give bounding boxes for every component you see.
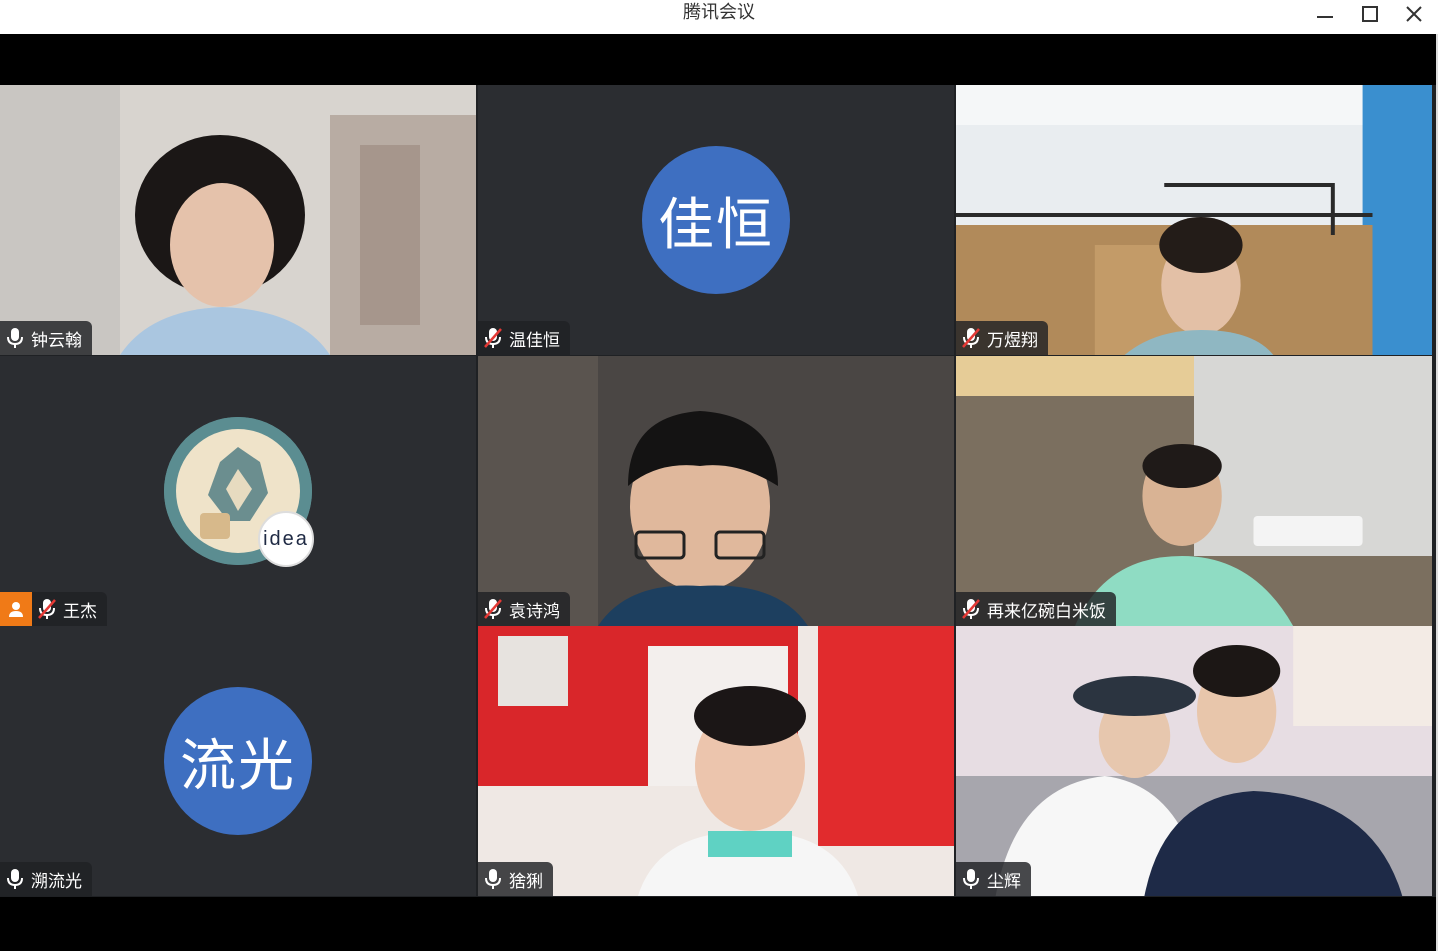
name-tag: 袁诗鸿 [478, 592, 570, 626]
name-tag: 再来亿碗白米饭 [956, 592, 1116, 626]
close-icon [1406, 6, 1422, 22]
minimize-icon [1317, 16, 1333, 18]
participant-name: 王杰 [63, 601, 97, 622]
participant-name: 钟云翰 [31, 330, 82, 351]
window-title: 腾讯会议 [683, 2, 755, 23]
maximize-icon [1362, 6, 1378, 22]
camera-video [478, 626, 954, 896]
name-tag: 钟云翰 [0, 321, 92, 355]
camera-video [478, 356, 954, 626]
microphone-icon [482, 867, 504, 891]
host-icon [0, 592, 32, 626]
camera-video [956, 626, 1432, 896]
name-tag: 溯流光 [0, 862, 92, 896]
participant-name: 尘辉 [987, 871, 1021, 892]
name-tag: 万煜翔 [956, 321, 1048, 355]
participant-tile-8[interactable]: 猞猁 [478, 626, 954, 896]
participant-tile-6[interactable]: 再来亿碗白米饭 [956, 356, 1432, 626]
participant-name: 万煜翔 [987, 330, 1038, 351]
participant-tile-3[interactable]: 万煜翔 [956, 85, 1432, 355]
microphone-icon [4, 867, 26, 891]
participant-tile-1[interactable]: 钟云翰 [0, 85, 476, 355]
avatar: 流光 [164, 687, 312, 835]
participant-tile-9[interactable]: 尘辉 [956, 626, 1432, 896]
microphone-muted-icon [482, 326, 504, 350]
avatar: 佳恒 [642, 146, 790, 294]
idea-badge: idea [258, 511, 314, 567]
video-grid: 钟云翰 佳恒 温佳恒 万煜翔 idea 王杰 袁诗鸿 再来亿碗白米饭 流光 溯流… [0, 85, 1438, 897]
microphone-muted-icon [960, 326, 982, 350]
title-bar: 腾讯会议 [0, 0, 1438, 34]
participant-name: 再来亿碗白米饭 [987, 601, 1106, 622]
name-tag: 尘辉 [956, 862, 1031, 896]
camera-video [956, 85, 1432, 355]
participant-tile-5[interactable]: 袁诗鸿 [478, 356, 954, 626]
bottom-toolbar-area [0, 897, 1438, 951]
close-button[interactable] [1392, 0, 1436, 28]
camera-video [956, 356, 1432, 626]
top-toolbar-area [0, 34, 1438, 85]
microphone-muted-icon [960, 597, 982, 621]
participant-tile-4[interactable]: idea 王杰 [0, 356, 476, 626]
participant-tile-2[interactable]: 佳恒 温佳恒 [478, 85, 954, 355]
name-tag: 王杰 [0, 592, 107, 626]
microphone-icon [4, 326, 26, 350]
participant-tile-7[interactable]: 流光 溯流光 [0, 626, 476, 896]
minimize-button[interactable] [1303, 0, 1347, 28]
microphone-icon [960, 867, 982, 891]
name-tag: 温佳恒 [478, 321, 570, 355]
participant-name: 猞猁 [509, 871, 543, 892]
participant-name: 溯流光 [31, 871, 82, 892]
microphone-muted-icon [482, 597, 504, 621]
avatar: idea [164, 417, 314, 567]
maximize-button[interactable] [1348, 0, 1392, 28]
participant-name: 袁诗鸿 [509, 601, 560, 622]
microphone-muted-icon [36, 597, 58, 621]
camera-video [0, 85, 476, 355]
name-tag: 猞猁 [478, 862, 553, 896]
participant-name: 温佳恒 [509, 330, 560, 351]
